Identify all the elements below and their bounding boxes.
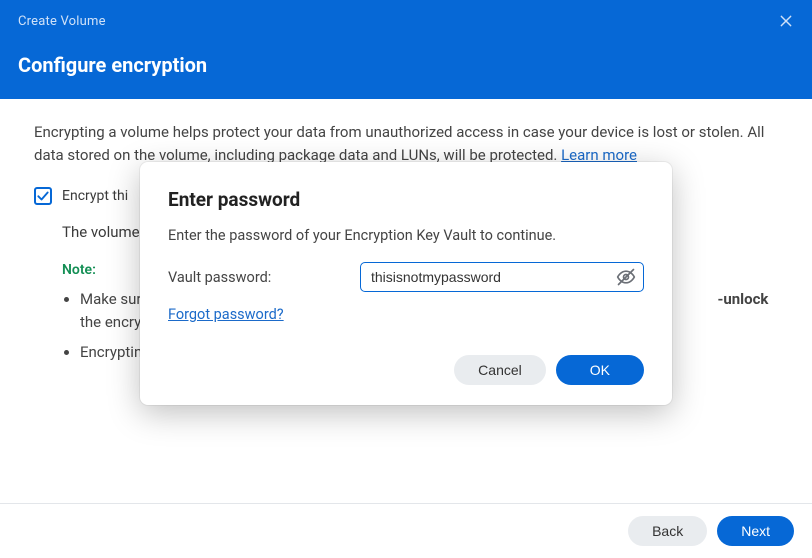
- vault-password-input-wrap: [360, 262, 644, 292]
- encryption-description: Encrypting a volume helps protect your d…: [34, 121, 778, 168]
- description-text: Encrypting a volume helps protect your d…: [34, 123, 764, 164]
- create-volume-window: Create Volume Configure encryption Encry…: [0, 0, 812, 558]
- dialog-description: Enter the password of your Encryption Ke…: [168, 227, 644, 244]
- close-icon[interactable]: [770, 6, 802, 38]
- ok-button[interactable]: OK: [556, 355, 644, 385]
- note-text: Make sur: [80, 290, 141, 308]
- checkbox-checked-icon[interactable]: [34, 187, 52, 205]
- note-text: Encryptin: [80, 343, 142, 361]
- encrypt-checkbox-label: Encrypt thi: [62, 186, 128, 208]
- enter-password-dialog: Enter password Enter the password of you…: [140, 162, 672, 405]
- wizard-title: Create Volume: [18, 14, 794, 29]
- back-button[interactable]: Back: [628, 516, 707, 546]
- vault-password-row: Vault password:: [168, 262, 644, 292]
- toggle-password-visibility-icon[interactable]: [614, 265, 638, 289]
- dialog-title: Enter password: [168, 188, 644, 211]
- dialog-footer: Cancel OK: [168, 355, 644, 385]
- wizard-footer: Back Next: [0, 503, 812, 558]
- note-bold: -unlock: [717, 290, 768, 308]
- wizard-header: Create Volume Configure encryption: [0, 0, 812, 99]
- wizard-step-title: Configure encryption: [18, 53, 794, 77]
- vault-password-label: Vault password:: [168, 269, 348, 286]
- next-button[interactable]: Next: [717, 516, 794, 546]
- vault-password-input[interactable]: [360, 262, 644, 292]
- cancel-button[interactable]: Cancel: [454, 355, 546, 385]
- forgot-password-link[interactable]: Forgot password?: [168, 306, 284, 323]
